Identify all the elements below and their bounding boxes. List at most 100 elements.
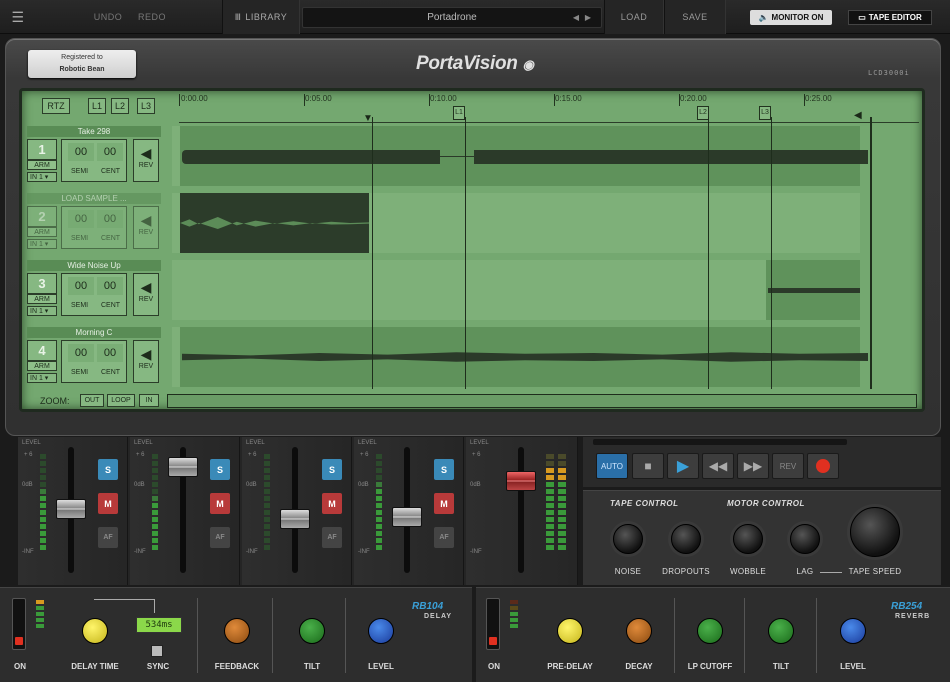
menu-icon[interactable]: ☰ xyxy=(8,0,28,34)
lag-knob[interactable] xyxy=(790,524,820,554)
semi-value[interactable]: 00 xyxy=(68,143,94,161)
volume-fader[interactable] xyxy=(280,509,310,529)
zero-db-label: 0dB xyxy=(246,482,257,488)
scroll-bar[interactable] xyxy=(167,394,917,408)
semi-label: SEMI xyxy=(71,369,89,376)
timeline-ruler[interactable]: 0:00.00 0:05.00 0:10.00 0:15.00 0:20.00 … xyxy=(179,91,919,124)
zoom-out-button[interactable]: OUT xyxy=(80,394,104,407)
af-button[interactable]: AF xyxy=(210,527,230,548)
library-button[interactable]: Ⅲ LIBRARY xyxy=(222,0,300,34)
noise-knob[interactable] xyxy=(613,524,643,554)
track-name[interactable]: LOAD SAMPLE ... xyxy=(27,193,161,204)
end-marker-icon[interactable]: ◀ xyxy=(854,110,862,121)
track-4-lane[interactable] xyxy=(172,327,868,387)
fast-forward-button[interactable]: ▶▶ xyxy=(737,453,769,479)
cent-value[interactable]: 00 xyxy=(97,143,123,161)
audio-clip[interactable] xyxy=(180,193,369,253)
delay-power-switch[interactable] xyxy=(12,598,26,650)
solo-button[interactable]: S xyxy=(98,459,118,480)
reverse-button[interactable]: ◀ REV xyxy=(133,273,159,316)
stop-button[interactable]: ■ xyxy=(632,453,664,479)
loop-l3-button[interactable]: L3 xyxy=(137,98,155,114)
loop-marker-l3[interactable]: L3 xyxy=(759,106,771,120)
reverb-power-switch[interactable] xyxy=(486,598,500,650)
cent-value[interactable]: 00 xyxy=(97,277,123,295)
track-name[interactable]: Wide Noise Up xyxy=(27,260,161,271)
reverb-tilt-knob[interactable] xyxy=(768,618,794,644)
save-button[interactable]: SAVE xyxy=(664,0,726,34)
pre-delay-knob[interactable] xyxy=(557,618,583,644)
volume-fader[interactable] xyxy=(168,457,198,477)
delay-time-knob[interactable] xyxy=(82,618,108,644)
track-1-lane[interactable] xyxy=(172,126,868,186)
delay-tilt-knob[interactable] xyxy=(299,618,325,644)
wobble-knob[interactable] xyxy=(733,524,763,554)
dropouts-knob[interactable] xyxy=(671,524,701,554)
loop-l1-button[interactable]: L1 xyxy=(88,98,106,114)
record-button[interactable] xyxy=(807,453,839,479)
track-3-lane[interactable] xyxy=(172,260,860,320)
solo-button[interactable]: S xyxy=(322,459,342,480)
level-meter xyxy=(376,454,382,552)
mute-button[interactable]: M xyxy=(434,493,454,514)
loop-marker-l1[interactable]: L1 xyxy=(453,106,465,120)
redo-button[interactable]: REDO xyxy=(132,0,172,34)
reverse-button[interactable]: ◀ REV xyxy=(133,139,159,182)
volume-fader[interactable] xyxy=(56,499,86,519)
zoom-loop-button[interactable]: LOOP xyxy=(107,394,135,407)
master-fader[interactable] xyxy=(506,471,536,491)
semi-value[interactable]: 00 xyxy=(68,277,94,295)
reverse-transport-button[interactable]: REV xyxy=(772,453,804,479)
volume-fader[interactable] xyxy=(392,507,422,527)
arm-button[interactable]: ARM xyxy=(27,361,57,371)
time-tick: 0:10.00 xyxy=(430,94,457,103)
feedback-knob[interactable] xyxy=(224,618,250,644)
reverse-button[interactable]: ◀ REV xyxy=(133,340,159,383)
mute-button[interactable]: M xyxy=(98,493,118,514)
tape-speed-knob[interactable] xyxy=(850,507,900,557)
arm-button[interactable]: ARM xyxy=(27,160,57,170)
undo-button[interactable]: UNDO xyxy=(88,0,128,34)
play-button[interactable]: ▶ xyxy=(667,453,699,479)
preset-display[interactable]: Portadrone ◀ ▶ xyxy=(302,7,602,28)
semi-value[interactable]: 00 xyxy=(68,344,94,362)
cent-value[interactable]: 00 xyxy=(97,344,123,362)
reverse-button[interactable]: ◀ REV xyxy=(133,206,159,249)
arm-button[interactable]: ARM xyxy=(27,227,57,237)
af-button[interactable]: AF xyxy=(98,527,118,548)
sync-button[interactable] xyxy=(151,645,163,657)
arm-button[interactable]: ARM xyxy=(27,294,57,304)
loop-l2-button[interactable]: L2 xyxy=(111,98,129,114)
input-select[interactable]: IN 1 ▾ xyxy=(27,172,57,182)
mute-button[interactable]: M xyxy=(322,493,342,514)
auto-button[interactable]: AUTO xyxy=(596,453,628,479)
af-button[interactable]: AF xyxy=(434,527,454,548)
rewind-button[interactable]: ◀◀ xyxy=(702,453,734,479)
waveform xyxy=(182,150,440,164)
mute-button[interactable]: M xyxy=(210,493,230,514)
tape-editor-button[interactable]: ▭ TAPE EDITOR xyxy=(848,10,932,25)
solo-button[interactable]: S xyxy=(434,459,454,480)
prev-preset-icon[interactable]: ◀ xyxy=(573,13,579,22)
af-button[interactable]: AF xyxy=(322,527,342,548)
load-button[interactable]: LOAD xyxy=(604,0,664,34)
semi-value[interactable]: 00 xyxy=(68,210,94,228)
decay-knob[interactable] xyxy=(626,618,652,644)
lp-cutoff-knob[interactable] xyxy=(697,618,723,644)
input-select[interactable]: IN 1 ▾ xyxy=(27,373,57,383)
next-preset-icon[interactable]: ▶ xyxy=(585,13,591,22)
lag-label: LAG xyxy=(796,567,814,576)
input-select[interactable]: IN 1 ▾ xyxy=(27,306,57,316)
track-2-lane[interactable] xyxy=(172,193,860,253)
solo-button[interactable]: S xyxy=(210,459,230,480)
delay-level-knob[interactable] xyxy=(368,618,394,644)
track-name[interactable]: Take 298 xyxy=(27,126,161,137)
input-select[interactable]: IN 1 ▾ xyxy=(27,239,57,249)
track-name[interactable]: Morning C xyxy=(27,327,161,338)
zoom-in-button[interactable]: IN xyxy=(139,394,159,407)
rtz-button[interactable]: RTZ xyxy=(42,98,70,114)
input-value: IN 1 xyxy=(30,375,43,382)
monitor-toggle[interactable]: 🔈 MONITOR ON xyxy=(750,10,832,25)
cent-value[interactable]: 00 xyxy=(97,210,123,228)
reverb-level-knob[interactable] xyxy=(840,618,866,644)
